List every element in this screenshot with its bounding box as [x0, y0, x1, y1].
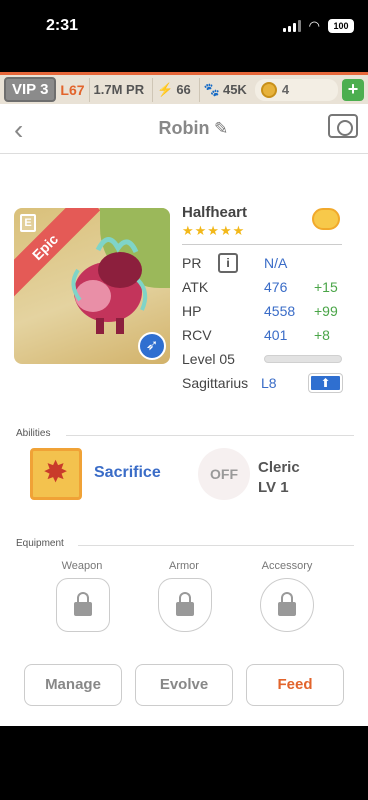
divider [78, 545, 354, 546]
stat-row-pr: PR i N/A [182, 251, 342, 275]
evolve-button[interactable]: Evolve [135, 664, 233, 706]
energy-counter: ⚡ 66 [152, 77, 195, 102]
stat-row-hp: HP 4558 +99 [182, 299, 342, 323]
secondary-ability-level: LV 1 [258, 479, 289, 496]
cloud-icon[interactable] [312, 208, 340, 230]
info-icon[interactable]: i [218, 253, 238, 273]
camera-icon[interactable] [328, 114, 358, 138]
lock-icon [176, 592, 194, 616]
hp-bonus: +99 [314, 303, 338, 319]
lock-icon [278, 592, 296, 616]
lock-icon [74, 592, 92, 616]
sign-level: L8 [260, 375, 277, 391]
add-currency-button[interactable]: + [342, 78, 364, 101]
header: ‹ Robin ✎ [0, 104, 368, 154]
sacrifice-ability-icon[interactable] [30, 448, 82, 500]
level-progress-bar [264, 355, 342, 363]
hp-label: HP [182, 303, 202, 319]
lightning-icon: ⚡ [157, 81, 174, 97]
accessory-slot[interactable] [260, 578, 314, 632]
divider [182, 244, 342, 245]
weapon-slot[interactable] [56, 578, 110, 632]
food-value: 45K [222, 82, 247, 97]
monster-portrait[interactable]: Epic E ➶ [14, 208, 170, 364]
status-time: 2:31 [46, 17, 79, 34]
page-title: Robin [158, 118, 210, 138]
level-label: Level 05 [182, 351, 235, 367]
status-bar: 2:31 ◠ 100 [0, 0, 368, 72]
battery-icon: 100 [328, 19, 354, 33]
equipment-label: Equipment [16, 538, 64, 549]
power-rating-value: 1.7M PR [93, 82, 145, 97]
coin-counter: 4 [254, 78, 338, 101]
secondary-ability-name: Cleric [258, 459, 300, 476]
signal-icon [282, 20, 301, 32]
stat-row-level: Level 05 [182, 347, 342, 371]
power-rating: 1.7M PR [88, 77, 149, 102]
stat-row-atk: ATK 476 +15 [182, 275, 342, 299]
vip-badge[interactable]: VIP 3 [4, 77, 57, 102]
player-level: L67 [60, 81, 85, 98]
accessory-label: Accessory [261, 560, 313, 572]
atk-value: 476 [264, 279, 288, 295]
monster-detail-panel: ‹ Robin ✎ Epic E ➶ Halfheart ★★★★★ PR i … [0, 104, 368, 726]
wifi-icon: ◠ [308, 18, 320, 33]
primary-ability-name[interactable]: Sacrifice [94, 464, 161, 482]
abilities-label: Abilities [16, 428, 51, 439]
sign-name[interactable]: Sagittarius [182, 375, 261, 391]
armor-label: Armor [169, 560, 199, 572]
bottom-area [0, 726, 368, 800]
weapon-label: Weapon [61, 560, 103, 572]
sagittarius-icon: ➶ [138, 332, 166, 360]
rcv-bonus: +8 [314, 327, 330, 343]
atk-bonus: +15 [314, 279, 338, 295]
status-icons: ◠ 100 [282, 18, 354, 34]
upgrade-arrow-icon[interactable]: ⬆ [309, 374, 342, 392]
rcv-label: RCV [182, 327, 212, 343]
edit-icon[interactable]: ✎ [214, 119, 228, 139]
coin-value: 4 [281, 82, 290, 97]
food-counter: 🐾 45K [198, 77, 251, 102]
secondary-ability-icon[interactable]: OFF [198, 448, 250, 500]
manage-button[interactable]: Manage [24, 664, 122, 706]
element-icon: E [20, 214, 36, 232]
coin-icon [260, 81, 277, 98]
resource-bar: VIP 3 L67 1.7M PR ⚡ 66 🐾 45K 4 + [0, 72, 368, 104]
energy-value: 66 [176, 82, 191, 97]
paw-icon: 🐾 [203, 81, 220, 97]
pr-value: N/A [264, 255, 288, 271]
atk-label: ATK [182, 279, 209, 295]
hp-value: 4558 [264, 303, 296, 319]
stat-row-rcv: RCV 401 +8 [182, 323, 342, 347]
monster-image [71, 237, 148, 334]
stat-row-sign: Sagittarius L8 ⬆ [182, 371, 342, 395]
feed-button[interactable]: Feed [246, 664, 344, 706]
divider [66, 435, 354, 436]
monster-info: Halfheart ★★★★★ PR i N/A ATK 476 +15 HP … [182, 204, 342, 395]
armor-slot[interactable] [158, 578, 212, 632]
rcv-value: 401 [264, 327, 288, 343]
secondary-ability[interactable]: Cleric LV 1 [258, 458, 300, 498]
